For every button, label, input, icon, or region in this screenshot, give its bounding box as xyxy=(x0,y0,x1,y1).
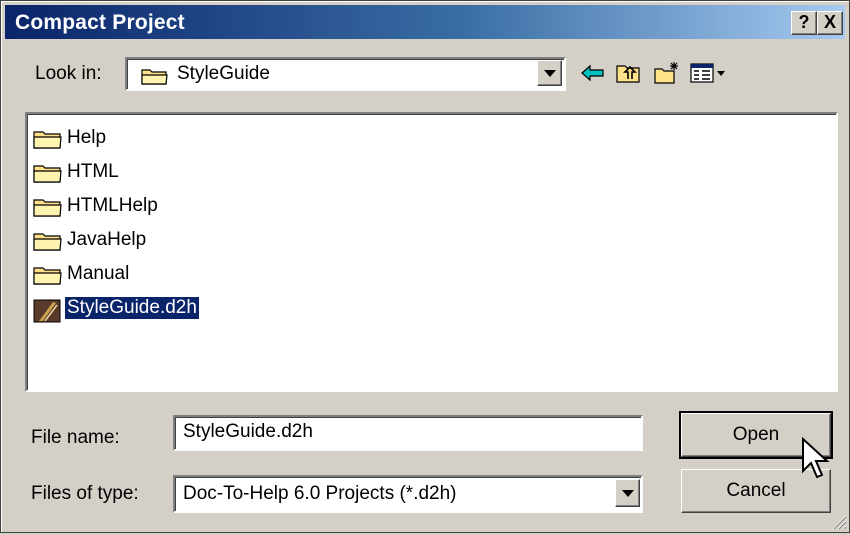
new-folder-icon[interactable] xyxy=(653,61,681,85)
file-type-dropdown-button[interactable] xyxy=(615,479,640,507)
look-in-dropdown-button[interactable] xyxy=(537,60,562,86)
look-in-value: StyleGuide xyxy=(177,63,270,84)
file-name-value: StyleGuide.d2h xyxy=(183,421,313,442)
folder-icon xyxy=(33,197,63,222)
list-item-label: Manual xyxy=(67,263,130,284)
look-in-combobox[interactable]: StyleGuide xyxy=(125,57,566,91)
resize-grip-icon[interactable] xyxy=(829,512,847,530)
list-item-label: Help xyxy=(67,127,107,148)
window-title: Compact Project xyxy=(15,11,185,34)
folder-icon xyxy=(33,129,63,154)
file-type-label: Files of type: xyxy=(31,483,139,504)
file-type-combobox[interactable]: Doc-To-Help 6.0 Projects (*.d2h) xyxy=(173,475,643,513)
project-file-icon xyxy=(33,299,63,328)
back-arrow-icon[interactable] xyxy=(579,61,607,85)
view-menu-icon[interactable] xyxy=(689,61,729,85)
list-item-label: HTMLHelp xyxy=(67,195,158,216)
chevron-down-icon xyxy=(544,70,556,77)
title-bar[interactable]: Compact Project ? X xyxy=(5,5,845,39)
chevron-down-icon xyxy=(622,490,634,497)
list-item-label: HTML xyxy=(67,161,119,182)
list-item-label: JavaHelp xyxy=(67,229,147,250)
file-name-input[interactable]: StyleGuide.d2h xyxy=(173,415,643,451)
folder-icon xyxy=(33,265,63,290)
help-button[interactable]: ? xyxy=(791,11,817,35)
folder-icon xyxy=(33,231,63,256)
compact-project-dialog: Compact Project ? X Look in: StyleGuide xyxy=(0,0,850,533)
look-in-label: Look in: xyxy=(35,63,102,84)
file-name-label: File name: xyxy=(31,427,120,448)
close-button[interactable]: X xyxy=(817,11,843,35)
list-item-label: StyleGuide.d2h xyxy=(65,297,199,319)
mouse-cursor-icon xyxy=(801,436,831,481)
folder-icon xyxy=(33,163,63,188)
up-one-level-icon[interactable] xyxy=(615,61,643,85)
file-list[interactable]: Help HTML HTMLHelp JavaHelp Manual Style… xyxy=(25,112,838,392)
file-type-value: Doc-To-Help 6.0 Projects (*.d2h) xyxy=(183,483,457,504)
folder-icon xyxy=(141,67,169,90)
